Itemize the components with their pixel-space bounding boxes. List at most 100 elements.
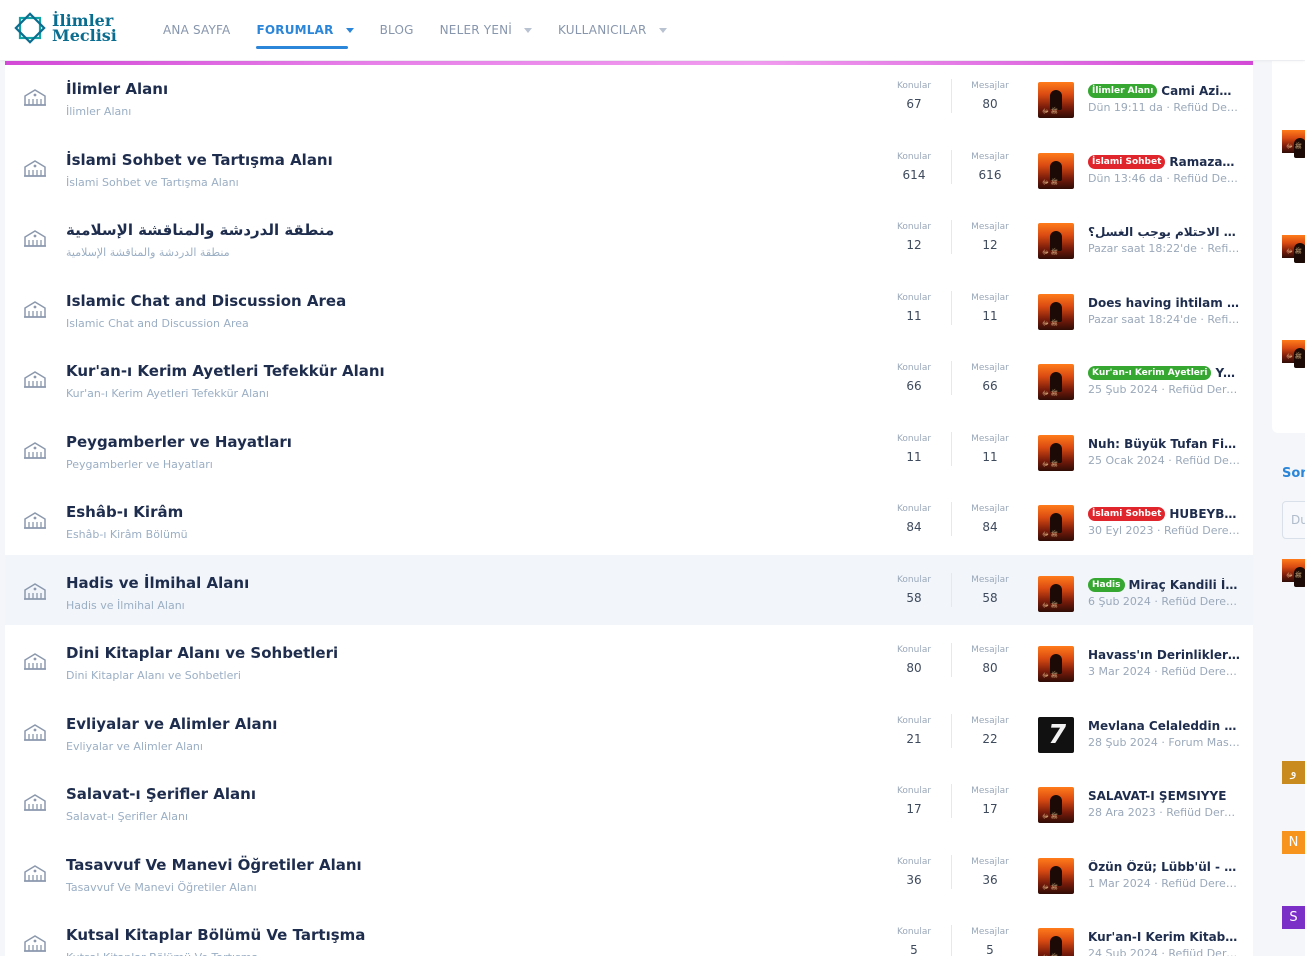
forum-row[interactable]: منطقة الدردشة والمناقشة الإسلامية منطقة ا… [5, 202, 1253, 272]
last-post-meta[interactable]: 28 Şub 2024 · Forum Mast... [1088, 736, 1240, 749]
last-poster-avatar[interactable] [1038, 293, 1074, 330]
stat-divider [951, 713, 952, 748]
sidebar-letter-avatar[interactable]: N [1282, 831, 1305, 854]
last-post-meta[interactable]: Pazar saat 18:22'de · Refiü... [1088, 242, 1240, 255]
prefix-badge[interactable]: Kur'an-ı Kerim Ayetleri [1088, 366, 1212, 380]
last-poster-avatar[interactable] [1038, 857, 1074, 894]
last-post-meta[interactable]: 30 Eyl 2023 · Refiüd Derec... [1088, 524, 1240, 537]
site-logo[interactable]: İlimler Meclisi [14, 12, 117, 44]
last-poster-avatar[interactable] [1038, 646, 1074, 682]
chevron-down-icon[interactable] [658, 27, 667, 33]
last-post-title-link[interactable]: SALAVAT-I ŞEMSIYYE [1088, 789, 1240, 803]
last-post-meta[interactable]: 28 Ara 2023 · Refiüd Derec... [1088, 806, 1240, 819]
nav-item-forumlar[interactable]: FORUMLAR [243, 0, 366, 60]
forum-title-link[interactable]: Hadis ve İlmihal Alanı [66, 574, 249, 592]
forum-title-link[interactable]: Islamic Chat and Discussion Area [66, 292, 346, 310]
sidebar-letter-avatar[interactable]: و [1282, 761, 1305, 784]
last-post-meta[interactable]: 24 Şub 2024 · Refiüd Dere... [1088, 947, 1240, 956]
last-poster-avatar[interactable] [1038, 152, 1074, 189]
chevron-down-icon[interactable] [524, 27, 533, 33]
last-post-meta[interactable]: 25 Şub 2024 · Refiüd Dere... [1088, 383, 1240, 396]
nav-item-neler-yeni̇[interactable]: NELER YENİ [427, 0, 545, 60]
forum-title-link[interactable]: İlimler Alanı [66, 80, 168, 98]
forum-title-link[interactable]: Kutsal Kitaplar Bölümü Ve Tartışma [66, 926, 365, 944]
last-poster-avatar[interactable] [1038, 716, 1074, 753]
forum-row[interactable]: Evliyalar ve Alimler Alanı Evliyalar ve A… [5, 696, 1253, 766]
chevron-down-icon[interactable] [345, 27, 354, 33]
last-post-title-link[interactable]: Özün Özü; Lübb'ül - Lüb... [1088, 860, 1240, 874]
last-post-title-link[interactable]: İslami SohbetRamazan a... [1088, 154, 1240, 169]
last-poster-avatar[interactable] [1038, 928, 1074, 956]
topics-count-value: 66 [906, 379, 922, 393]
forum-title-link[interactable]: İslami Sohbet ve Tartışma Alanı [66, 151, 333, 169]
forum-title-link[interactable]: Peygamberler ve Hayatları [66, 433, 292, 451]
last-post-meta[interactable]: 25 Ocak 2024 · Refiüd Der... [1088, 454, 1240, 467]
nav-item-kullanicilar[interactable]: KULLANICILAR [545, 0, 680, 60]
last-post-title-link[interactable]: Kur'an-ı Kerim AyetleriYah... [1088, 366, 1240, 380]
last-post-meta[interactable]: Pazar saat 18:24'de · Refiü... [1088, 313, 1240, 326]
prefix-badge[interactable]: İslami Sohbet [1088, 154, 1166, 169]
forum-row[interactable]: İslami Sohbet ve Tartışma Alanı İslami So… [5, 132, 1253, 202]
last-post-meta[interactable]: Dün 13:46 da · Refiüd Der... [1088, 172, 1240, 185]
last-post-title-link[interactable]: Kur'an-I Kerim Kitabı Pdf [1088, 930, 1240, 944]
forum-title-link[interactable]: Dini Kitaplar Alanı ve Sohbetleri [66, 644, 338, 662]
forum-building-icon [23, 581, 47, 601]
prefix-badge[interactable]: İlimler Alanı [1088, 84, 1158, 98]
forum-title-link[interactable]: منطقة الدردشة والمناقشة الإسلامية [66, 221, 334, 239]
sidebar-avatar[interactable] [1282, 559, 1305, 587]
last-post-meta[interactable]: 1 Mar 2024 · Refiüd Derec... [1088, 877, 1240, 890]
forum-description: Kutsal Kitaplar Bölümü Ve Tartışma [66, 951, 258, 956]
messages-count: Mesajlar 36 [960, 857, 1020, 887]
forum-row[interactable]: Tasavvuf Ve Manevi Öğretiler Alanı Tasavv… [5, 837, 1253, 907]
last-post-title-link[interactable]: İslami SohbetHUBEYB (H... [1088, 507, 1240, 521]
topics-count: Konular 80 [884, 645, 944, 675]
nav-item-ana-sayfa[interactable]: ANA SAYFA [150, 0, 243, 60]
stat-divider [951, 502, 952, 536]
forum-title-link[interactable]: Tasavvuf Ve Manevi Öğretiler Alanı [66, 856, 362, 874]
sidebar-avatar[interactable] [1282, 340, 1305, 368]
last-post-title-link[interactable]: HadisMiraç Kandili İle İl... [1088, 577, 1240, 592]
forum-title-link[interactable]: Eshâb-ı Kirâm [66, 503, 183, 521]
forum-title-link[interactable]: Salavat-ı Şerifler Alanı [66, 785, 256, 803]
last-poster-avatar[interactable] [1038, 575, 1074, 612]
last-poster-avatar[interactable] [1038, 223, 1074, 259]
last-post-title: SALAVAT-I ŞEMSIYYE [1088, 789, 1227, 803]
forum-title-link[interactable]: Evliyalar ve Alimler Alanı [66, 715, 277, 733]
last-post-meta[interactable]: Dün 19:11 da · Refiüd Der... [1088, 101, 1240, 114]
forum-row[interactable]: Dini Kitaplar Alanı ve Sohbetleri Dini Ki… [5, 625, 1253, 695]
last-post-title-link[interactable]: Havass'ın Derinlikleri 2 ... [1088, 648, 1240, 662]
last-post-title: Nuh: Büyük Tufan Filmi [1088, 436, 1240, 451]
last-poster-avatar[interactable] [1038, 787, 1074, 823]
last-poster-avatar[interactable] [1038, 364, 1074, 400]
nav-item-blog[interactable]: BLOG [367, 0, 427, 60]
forum-row[interactable]: Peygamberler ve Hayatları Peygamberler ve… [5, 414, 1253, 484]
last-post-title-link[interactable]: Nuh: Büyük Tufan Filmi [1088, 437, 1240, 451]
forum-row[interactable]: Kur'an-ı Kerim Ayetleri Tefekkür Alanı Ku… [5, 343, 1253, 413]
forum-row[interactable]: Salavat-ı Şerifler Alanı Salavat-ı Şerifl… [5, 766, 1253, 836]
prefix-badge[interactable]: Hadis [1088, 577, 1125, 592]
forum-row[interactable]: Hadis ve İlmihal Alanı Hadis ve İlmihal A… [5, 554, 1253, 625]
last-poster-avatar[interactable] [1038, 434, 1074, 471]
sidebar-search-input[interactable]: Du [1282, 501, 1305, 539]
sidebar-letter-avatar[interactable]: S [1282, 906, 1305, 929]
last-post-title: Kur'an-I Kerim Kitabı Pdf [1088, 930, 1240, 944]
prefix-badge[interactable]: İslami Sohbet [1088, 507, 1166, 521]
forum-row[interactable]: İlimler Alanı İlimler Alanı Konular 67 Mesaj… [5, 61, 1253, 131]
topics-count: Konular 11 [884, 434, 944, 464]
forum-row[interactable]: Eshâb-ı Kirâm Eshâb-ı Kirâm Bölümü Konular… [5, 484, 1253, 554]
last-post-meta[interactable]: 6 Şub 2024 · Refiüd Derec... [1088, 595, 1240, 608]
sidebar-avatar[interactable] [1282, 130, 1305, 158]
last-post-meta[interactable]: 3 Mar 2024 · Refiüd Derec... [1088, 665, 1240, 678]
last-post-title-link[interactable]: İlimler AlanıCami Azimet... [1088, 84, 1240, 98]
sidebar-avatar[interactable] [1282, 235, 1305, 263]
last-poster-avatar[interactable] [1038, 82, 1074, 118]
topics-count-value: 21 [906, 731, 922, 746]
forum-row[interactable]: Islamic Chat and Discussion Area Islamic … [5, 273, 1253, 343]
last-post-title-link[interactable]: Mevlana Celaleddin Rum... [1088, 719, 1240, 733]
last-post: Mevlana Celaleddin Rum... 28 Şub 2024 · F… [1088, 719, 1240, 749]
last-poster-avatar[interactable] [1038, 505, 1074, 541]
last-post-title-link[interactable]: هل الاحتلام يوجب الغسل؟ [1088, 225, 1240, 239]
forum-row[interactable]: Kutsal Kitaplar Bölümü Ve Tartışma Kutsal… [5, 907, 1253, 956]
forum-title-link[interactable]: Kur'an-ı Kerim Ayetleri Tefekkür Alanı [66, 362, 385, 380]
last-post-title-link[interactable]: Does having ihtilam req... [1088, 296, 1240, 310]
